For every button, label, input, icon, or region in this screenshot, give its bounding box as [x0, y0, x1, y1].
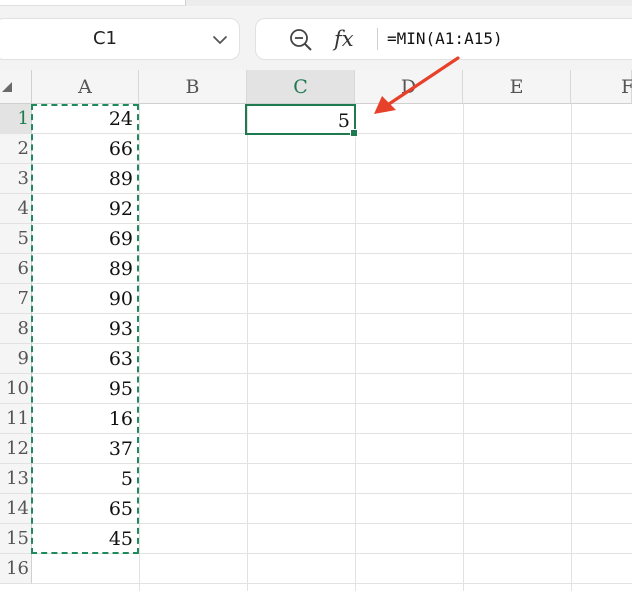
row-header-2[interactable]: 2	[0, 134, 32, 164]
cell-a8[interactable]: 93	[32, 314, 139, 344]
spreadsheet-grid[interactable]: A B C D E F 1 2 3 4 5 6 7 8 9 10 11 12 13 14 15 16 24 66 8…	[0, 70, 632, 591]
row-header-9[interactable]: 9	[0, 344, 32, 374]
column-header-a[interactable]: A	[32, 70, 139, 104]
row-number: 2	[17, 138, 29, 159]
row-header-4[interactable]: 4	[0, 194, 32, 224]
name-box-value[interactable]: C1	[0, 19, 215, 59]
formula-toolbar: C1 fx =MIN(A1:A15)	[0, 0, 632, 70]
gridline-vertical	[571, 104, 572, 591]
gridline-vertical	[355, 104, 356, 591]
cell-a4[interactable]: 92	[32, 194, 139, 224]
gridline-vertical	[139, 104, 140, 591]
cell-a11[interactable]: 16	[32, 404, 139, 434]
cell-a6[interactable]: 89	[32, 254, 139, 284]
select-all-icon	[2, 82, 12, 92]
row-header-5[interactable]: 5	[0, 224, 32, 254]
row-number: 15	[6, 528, 29, 549]
row-header-10[interactable]: 10	[0, 374, 32, 404]
row-number: 6	[17, 258, 29, 279]
sheet-tab-edge[interactable]	[0, 0, 186, 6]
row-number: 7	[17, 288, 29, 309]
row-header-14[interactable]: 14	[0, 494, 32, 524]
cell-a1[interactable]: 24	[32, 104, 139, 134]
row-number: 12	[6, 438, 29, 459]
row-number: 14	[6, 498, 29, 519]
cell-a14[interactable]: 65	[32, 494, 139, 524]
active-cell-c1[interactable]: 5	[245, 104, 358, 137]
column-header-e[interactable]: E	[463, 70, 571, 104]
row-number: 10	[6, 378, 29, 399]
row-header-11[interactable]: 11	[0, 404, 32, 434]
row-number: 1	[17, 108, 29, 129]
fill-handle[interactable]	[350, 129, 358, 137]
select-all-button[interactable]	[0, 70, 32, 104]
cell-a15[interactable]: 45	[32, 524, 139, 554]
gridline-horizontal	[32, 583, 632, 584]
cell-a7[interactable]: 90	[32, 284, 139, 314]
row-header-15[interactable]: 15	[0, 524, 32, 554]
gridline-vertical	[463, 104, 464, 591]
row-number: 8	[17, 318, 29, 339]
row-number: 9	[17, 348, 29, 369]
annotation-arrow-icon	[374, 56, 460, 114]
row-number: 3	[17, 168, 29, 189]
cell-a9[interactable]: 63	[32, 344, 139, 374]
fx-icon[interactable]: fx	[334, 23, 354, 55]
row-number: 16	[6, 558, 29, 579]
row-header-12[interactable]: 12	[0, 434, 32, 464]
row-number: 13	[6, 468, 29, 489]
zoom-icon[interactable]	[288, 27, 314, 53]
cell-a3[interactable]: 89	[32, 164, 139, 194]
formula-bar-divider	[377, 28, 378, 50]
cell-a10[interactable]: 95	[32, 374, 139, 404]
row-number: 11	[6, 408, 29, 429]
row-header-16[interactable]: 16	[0, 554, 32, 584]
column-header-f[interactable]: F	[571, 70, 632, 104]
row-number: 4	[17, 198, 29, 219]
name-box[interactable]: C1	[0, 18, 240, 60]
row-header-8[interactable]: 8	[0, 314, 32, 344]
cell-a2[interactable]: 66	[32, 134, 139, 164]
row-header-3[interactable]: 3	[0, 164, 32, 194]
row-number: 5	[17, 228, 29, 249]
column-header-b[interactable]: B	[139, 70, 247, 104]
tab-strip	[0, 0, 632, 6]
row-header-13[interactable]: 13	[0, 464, 32, 494]
chevron-down-icon[interactable]	[211, 31, 229, 49]
column-header-c[interactable]: C	[247, 70, 355, 104]
gridline-vertical	[247, 104, 248, 591]
cell-a5[interactable]: 69	[32, 224, 139, 254]
active-cell-value: 5	[337, 110, 350, 132]
row-header-1[interactable]: 1	[0, 104, 32, 134]
cell-a12[interactable]: 37	[32, 434, 139, 464]
cell-a13[interactable]: 5	[32, 464, 139, 494]
row-header-7[interactable]: 7	[0, 284, 32, 314]
row-header-6[interactable]: 6	[0, 254, 32, 284]
